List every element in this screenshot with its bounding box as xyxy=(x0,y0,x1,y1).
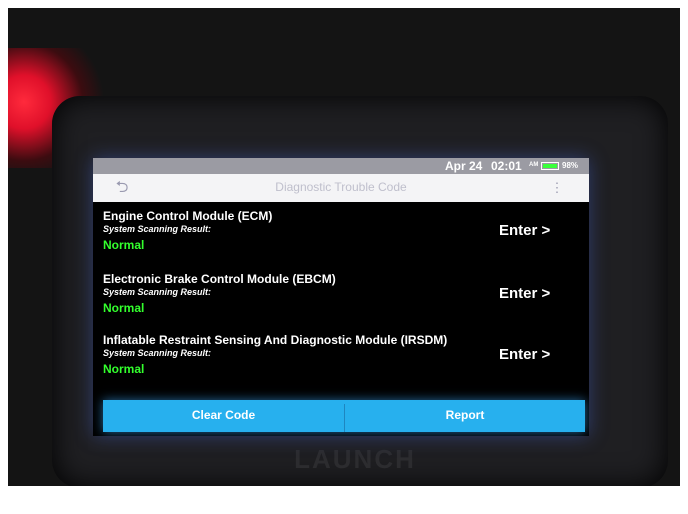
status-bar: Apr 24 02:01 AM 98% xyxy=(93,158,589,174)
bottom-action-bar: Clear Code Report xyxy=(103,400,585,432)
scan-result-label: System Scanning Result: xyxy=(103,224,212,234)
report-button[interactable]: Report xyxy=(345,408,585,422)
scan-result-value: Normal xyxy=(103,238,145,252)
enter-button-ebcm[interactable]: Enter > xyxy=(499,285,550,302)
device-brand-label: LAUNCH xyxy=(294,444,416,474)
menu-icon[interactable]: ⋮ xyxy=(547,178,567,198)
device-screen: Apr 24 02:01 AM 98% ⮌ Diagnostic Trouble… xyxy=(93,158,589,436)
module-name: Electronic Brake Control Module (EBCM) xyxy=(103,272,336,286)
module-name: Engine Control Module (ECM) xyxy=(103,209,273,223)
clear-code-button[interactable]: Clear Code xyxy=(103,408,344,422)
module-name: Inflatable Restraint Sensing And Diagnos… xyxy=(103,333,448,347)
scan-result-value: Normal xyxy=(103,362,145,376)
module-row-ebcm: Electronic Brake Control Module (EBCM) S… xyxy=(93,272,589,328)
back-arrow-icon[interactable]: ⮌ xyxy=(109,178,135,198)
enter-button-irsdm[interactable]: Enter > xyxy=(499,346,550,363)
enter-button-ecm[interactable]: Enter > xyxy=(499,222,550,239)
scan-result-label: System Scanning Result: xyxy=(103,348,212,358)
module-row-ecm: Engine Control Module (ECM) System Scann… xyxy=(93,209,589,265)
photo-frame: LAUNCH Apr 24 02:01 AM 98% ⮌ Diagnostic … xyxy=(8,8,680,486)
status-ampm: AM xyxy=(529,162,539,168)
scan-result-value: Normal xyxy=(103,301,145,315)
scan-result-label: System Scanning Result: xyxy=(103,287,212,297)
page-title: Diagnostic Trouble Code xyxy=(275,180,407,194)
status-time: 02:01 xyxy=(491,159,522,173)
battery-icon xyxy=(541,162,559,170)
battery-percent: 98% xyxy=(562,161,579,170)
battery-level-fill xyxy=(543,164,557,168)
status-date: Apr 24 xyxy=(445,159,483,173)
title-bar: ⮌ Diagnostic Trouble Code ⋮ xyxy=(93,174,589,202)
module-row-irsdm: Inflatable Restraint Sensing And Diagnos… xyxy=(93,333,589,389)
